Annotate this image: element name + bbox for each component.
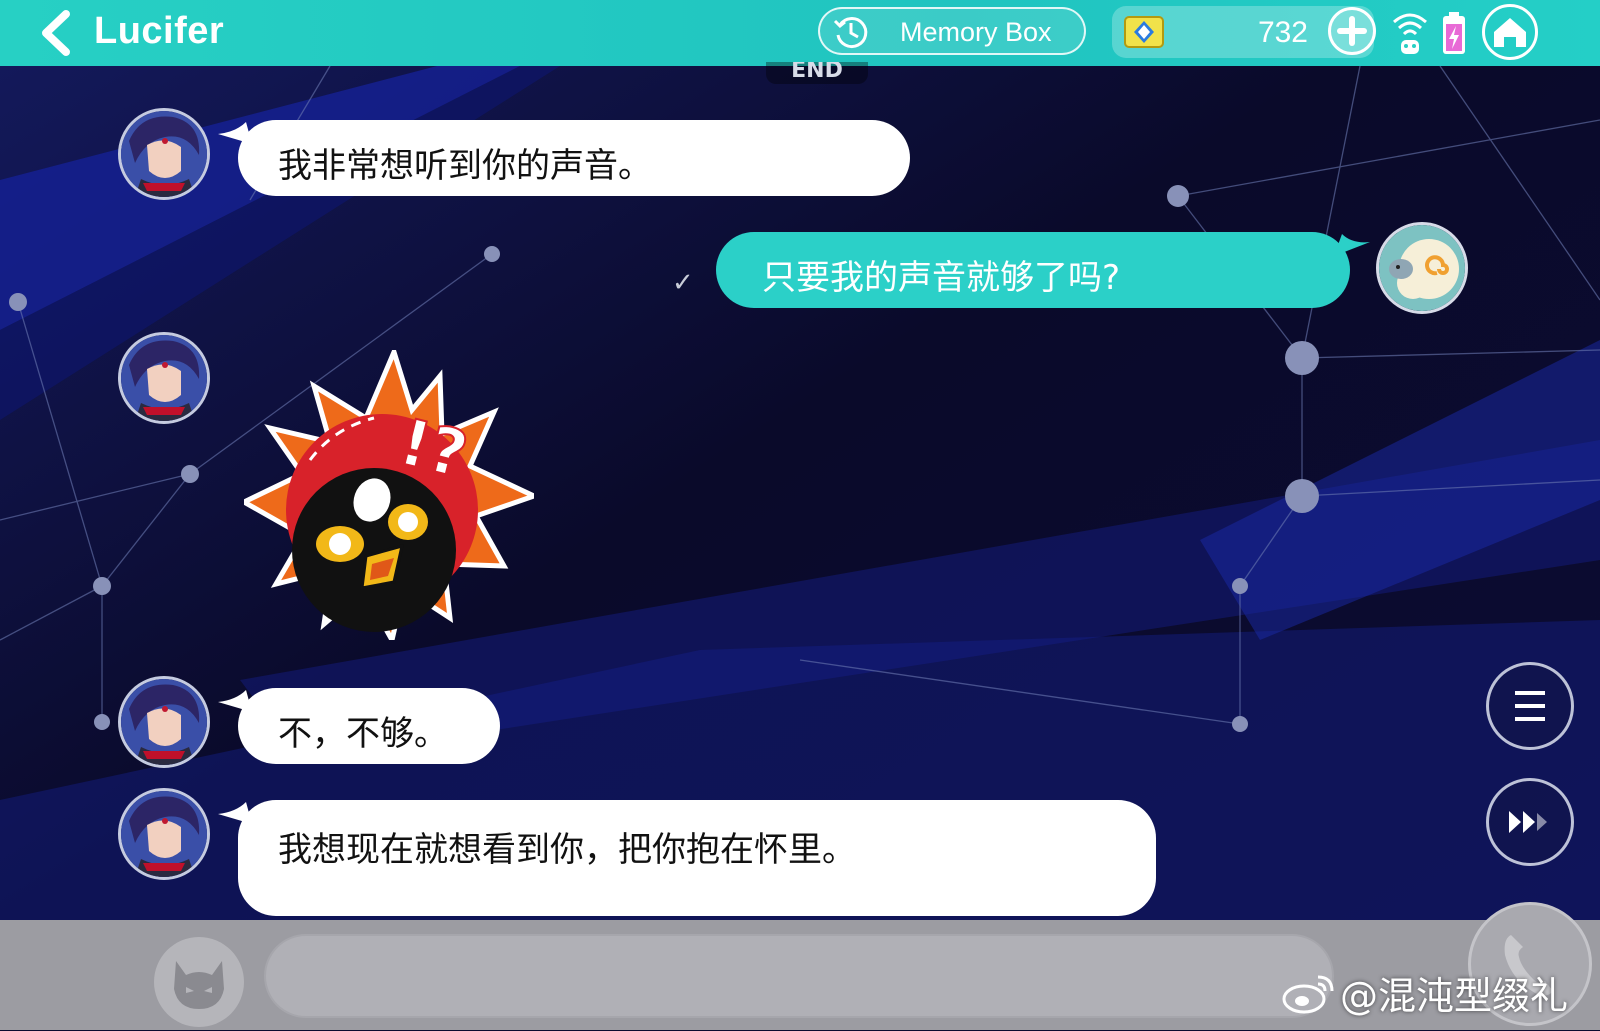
top-bar: Lucifer Memory Box 732 xyxy=(0,0,1600,66)
message-text: 不，不够。 xyxy=(278,714,448,754)
watermark: @混沌型缀礼 xyxy=(1280,965,1569,1018)
bubble-tail xyxy=(218,122,252,144)
plus-icon xyxy=(1337,16,1367,46)
menu-button[interactable] xyxy=(1486,662,1574,750)
avatar-portrait xyxy=(121,679,207,765)
fast-forward-button[interactable] xyxy=(1486,778,1574,866)
emoji-button[interactable] xyxy=(154,937,244,1027)
surprised-bird-sticker: !? xyxy=(244,350,534,640)
memory-box-label: Memory Box xyxy=(900,17,1052,47)
lucifer-avatar[interactable] xyxy=(118,676,210,768)
memory-box-button[interactable]: Memory Box xyxy=(818,7,1086,55)
back-button[interactable] xyxy=(36,8,76,58)
currency-value: 732 xyxy=(1257,16,1308,49)
watermark-text: @混沌型缀礼 xyxy=(1340,974,1569,1018)
chat-bubble-me: 只要我的声音就够了吗? xyxy=(716,232,1350,308)
bubble-tail xyxy=(218,802,252,824)
battery-icon xyxy=(1443,12,1465,54)
fast-forward-icon xyxy=(1509,811,1547,833)
avatar-portrait xyxy=(121,791,207,877)
home-icon xyxy=(1494,18,1526,47)
lucifer-avatar[interactable] xyxy=(118,108,210,200)
devil-emoji-icon xyxy=(174,961,224,1009)
message-text: 我非常想听到你的声音。 xyxy=(278,146,652,186)
add-currency-button[interactable] xyxy=(1328,7,1376,55)
wifi-icon xyxy=(1393,13,1427,54)
weibo-icon xyxy=(1282,975,1334,1013)
lucifer-avatar[interactable] xyxy=(118,788,210,880)
chat-bubble-lucifer: 不，不够。 xyxy=(238,688,500,764)
gem-icon xyxy=(1124,16,1164,48)
history-clock-icon xyxy=(833,17,868,49)
bubble-tail xyxy=(1334,234,1370,256)
sheep-avatar-icon xyxy=(1379,225,1465,311)
menu-icon xyxy=(1515,691,1545,721)
player-avatar[interactable] xyxy=(1376,222,1468,314)
back-chevron-icon xyxy=(42,10,70,56)
chat-title: Lucifer xyxy=(94,10,225,52)
avatar-portrait xyxy=(121,111,207,197)
chat-bubble-lucifer: 我非常想听到你的声音。 xyxy=(238,120,910,196)
message-text: 只要我的声音就够了吗? xyxy=(762,258,1121,298)
chat-bubble-lucifer: 我想现在就想看到你，把你抱在怀里。 xyxy=(238,800,1156,916)
avatar-portrait xyxy=(121,335,207,421)
bubble-tail xyxy=(218,690,252,712)
message-input[interactable] xyxy=(264,934,1334,1018)
lucifer-avatar[interactable] xyxy=(118,332,210,424)
end-tag: END xyxy=(766,62,868,84)
read-check-mark: ✓ xyxy=(672,268,694,298)
home-button[interactable] xyxy=(1482,4,1538,60)
message-text: 我想现在就想看到你，把你抱在怀里。 xyxy=(278,830,856,870)
